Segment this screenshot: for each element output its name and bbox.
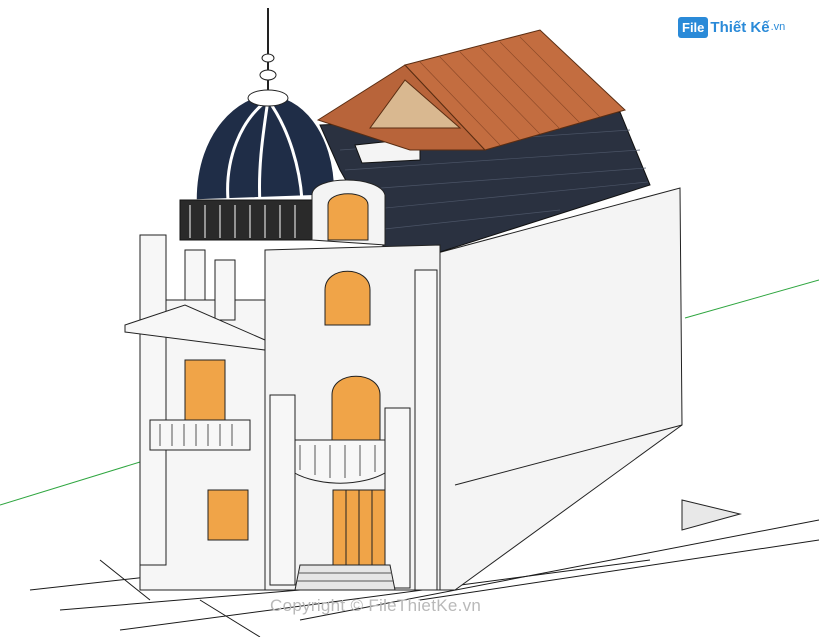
window-ground-left: [207, 489, 249, 541]
rear-base: [681, 499, 742, 531]
site-logo: File Thiết Kế .vn: [678, 14, 785, 40]
entry-steps: [294, 564, 396, 591]
side-wall: [429, 187, 683, 591]
column: [184, 249, 206, 301]
column: [414, 269, 438, 591]
building-3d-model: [0, 8, 819, 637]
window-arch-top: [324, 270, 371, 326]
column: [139, 234, 167, 566]
balcony-left: [149, 419, 251, 451]
copyright-watermark: Copyright © FileThietKe.vn: [270, 596, 482, 615]
column: [384, 407, 411, 589]
logo-badge: File: [678, 16, 709, 38]
logo-name: Thiết Kế: [710, 18, 770, 36]
column: [214, 259, 236, 321]
logo-suffix: .vn: [770, 21, 786, 33]
window-arch-middle: [331, 375, 381, 441]
column: [269, 394, 296, 586]
dormer-window: [327, 193, 369, 241]
